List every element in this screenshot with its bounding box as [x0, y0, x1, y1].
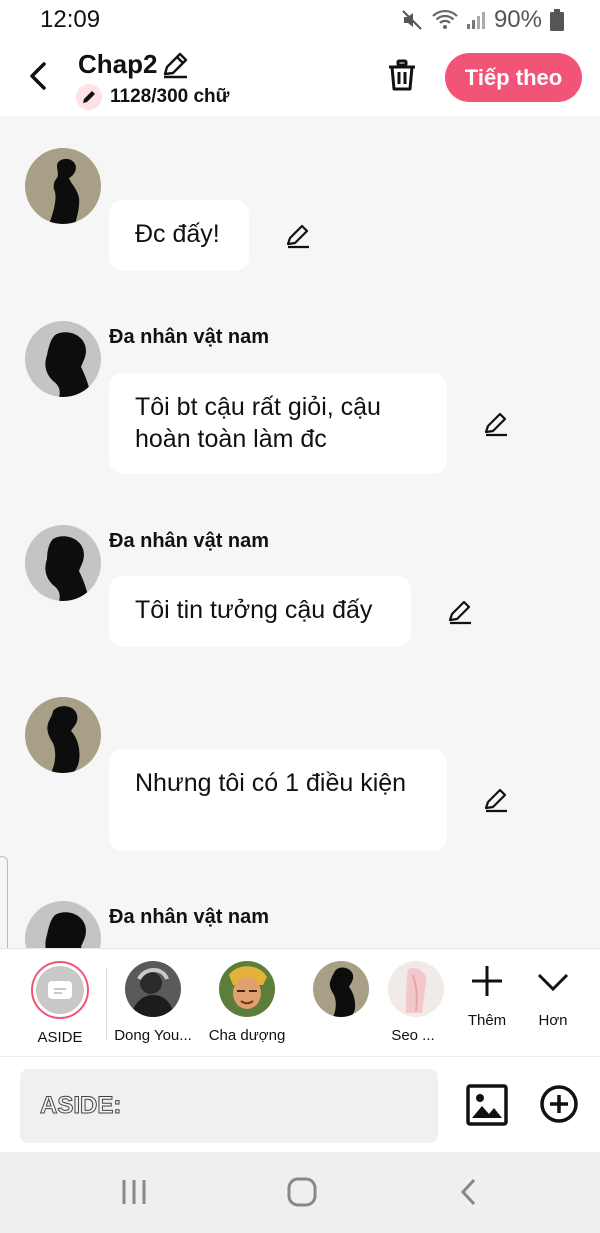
character-label: Dong You...: [114, 1027, 192, 1044]
delete-button[interactable]: [386, 59, 418, 93]
character-label: ASIDE: [37, 1029, 83, 1046]
avatar[interactable]: [25, 321, 101, 397]
edit-title-icon[interactable]: [160, 50, 190, 80]
character-seo[interactable]: Seo ...: [388, 961, 444, 1044]
message-input[interactable]: [20, 1069, 438, 1143]
character-avatar: [219, 961, 275, 1017]
signal-icon: [466, 12, 485, 29]
edit-message-icon[interactable]: [284, 222, 312, 250]
less-label: Hơn: [538, 1012, 568, 1029]
sender-name: Đa nhân vật nam: [109, 906, 270, 928]
add-circle-icon[interactable]: [539, 1084, 579, 1124]
battery-percent: 90%: [493, 6, 542, 33]
character-bar: ASIDE Dong You... Cha dượng Seo ... Thêm…: [0, 948, 600, 1056]
chat-area: Đc đấy! Đa nhân vật nam Tôi bt cậu rất g…: [0, 116, 600, 948]
message-text: Tôi bt cậu rất giỏi, cậu hoàn toàn làm đ…: [135, 393, 381, 453]
wifi-icon: [432, 9, 458, 29]
plus-icon: [472, 966, 502, 996]
avatar[interactable]: [25, 148, 101, 224]
silhouette-icon: [47, 706, 80, 773]
chapter-title: Chap2: [78, 49, 158, 79]
back-nav-icon[interactable]: [450, 1174, 490, 1210]
status-icons: 90%: [400, 6, 564, 34]
message-text: Tôi tin tưởng cậu đấy: [135, 596, 373, 624]
avatar[interactable]: [25, 901, 101, 948]
character-label: Seo ...: [391, 1027, 435, 1044]
message-icon: [48, 981, 72, 999]
character-aside[interactable]: ASIDE: [15, 961, 105, 1046]
composer-bar: [0, 1056, 600, 1152]
character-avatar: [125, 961, 181, 1017]
character-cha-duong[interactable]: Cha dượng: [202, 961, 292, 1044]
character-dong-you[interactable]: Dong You...: [108, 961, 198, 1044]
system-nav-bar: [0, 1152, 600, 1233]
divider: [106, 967, 107, 1041]
message-bubble[interactable]: Nhưng tôi có 1 điều kiện: [109, 749, 447, 851]
side-panel-handle[interactable]: [0, 856, 8, 948]
silhouette-icon: [49, 158, 80, 224]
avatar[interactable]: [25, 525, 101, 601]
mute-icon: [402, 10, 422, 30]
message-bubble[interactable]: Tôi tin tưởng cậu đấy: [109, 576, 411, 647]
collapse-characters-button[interactable]: Hơn: [523, 963, 583, 1029]
message-text: Đc đấy!: [135, 220, 220, 248]
word-count: 1128/300 chữ: [110, 86, 230, 107]
silhouette-icon: [45, 912, 86, 948]
more-label: Thêm: [467, 1012, 507, 1029]
character-silhouette[interactable]: [296, 961, 386, 1027]
image-icon[interactable]: [466, 1084, 508, 1126]
pencil-badge-icon: [76, 84, 102, 110]
back-button[interactable]: [24, 58, 54, 94]
recent-apps-icon[interactable]: [114, 1174, 154, 1210]
avatar[interactable]: [25, 697, 101, 773]
message-bubble[interactable]: Tôi bt cậu rất giỏi, cậu hoàn toàn làm đ…: [109, 373, 447, 474]
character-avatar: [388, 961, 444, 1017]
message-bubble[interactable]: Đc đấy!: [109, 200, 249, 271]
character-label: Cha dượng: [208, 1027, 286, 1044]
sender-name: Đa nhân vật nam: [109, 530, 270, 552]
next-button[interactable]: Tiếp theo: [445, 53, 582, 102]
more-characters-button[interactable]: Thêm: [457, 963, 517, 1029]
status-time: 12:09: [40, 6, 101, 33]
character-avatar: [313, 961, 369, 1017]
status-bar: 12:09 90%: [0, 0, 600, 40]
silhouette-icon: [45, 536, 89, 601]
edit-message-icon[interactable]: [482, 786, 510, 814]
home-icon[interactable]: [282, 1174, 322, 1210]
app-header: Chap2 1128/300 chữ Tiếp theo: [0, 40, 600, 116]
aside-avatar: [31, 961, 89, 1019]
silhouette-icon: [45, 332, 91, 397]
battery-icon: [550, 9, 564, 31]
message-text: Nhưng tôi có 1 điều kiện: [135, 769, 407, 797]
chevron-down-icon: [537, 973, 569, 992]
edit-message-icon[interactable]: [446, 598, 474, 626]
sender-name: Đa nhân vật nam: [109, 326, 270, 348]
edit-message-icon[interactable]: [482, 410, 510, 438]
